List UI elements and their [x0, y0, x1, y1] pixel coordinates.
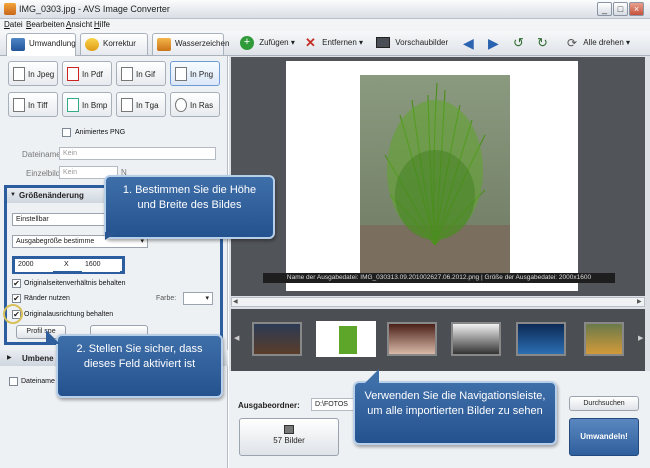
thumbnail[interactable]	[516, 322, 566, 356]
scroll-left-icon[interactable]: ◀	[233, 298, 238, 305]
previews-button[interactable]: Vorschaubilder	[376, 33, 448, 53]
maximize-button[interactable]: □	[613, 2, 628, 16]
format-ras-button[interactable]: In Ras	[170, 92, 220, 117]
tga-file-icon	[121, 98, 133, 112]
scroll-right-icon[interactable]: ▶	[637, 298, 642, 305]
watermark-icon	[157, 38, 171, 51]
jpeg-file-icon	[13, 67, 25, 81]
single-image-label: Einzelbild:	[26, 169, 63, 178]
bmp-file-icon	[67, 98, 79, 112]
filename-field[interactable]: Kein	[59, 147, 216, 160]
add-icon: +	[240, 35, 254, 50]
keep-orientation-label: Originalausrichtung behalten	[24, 311, 114, 318]
borders-label: Ränder nutzen	[24, 295, 70, 302]
forward-arrow-icon[interactable]: ▶	[488, 33, 499, 53]
callout-tail	[46, 330, 60, 344]
menu-edit[interactable]: Bearbeiten	[26, 19, 65, 31]
rotate-all-icon: ⟳	[567, 36, 578, 50]
callout-dimensions: 1. Bestimmen Sie die Höhe und Breite des…	[104, 175, 275, 239]
horizontal-scrollbar[interactable]	[231, 297, 645, 307]
format-tga-button[interactable]: In Tga	[116, 92, 166, 117]
remove-button[interactable]: ✕ Entfernen ▾	[305, 33, 363, 53]
format-pdf-button[interactable]: In Pdf	[62, 61, 112, 86]
tab-correction[interactable]: Korrektur	[80, 33, 148, 55]
pdf-file-icon	[67, 67, 79, 81]
thumbnail[interactable]	[387, 322, 437, 356]
filename-checkbox[interactable]	[9, 377, 18, 386]
tab-watermark[interactable]: Wasserzeichen	[152, 33, 229, 55]
png-file-icon	[175, 67, 187, 81]
callout-checkbox: 2. Stellen Sie sicher, dass dieses Feld …	[56, 334, 223, 398]
strip-left-icon[interactable]: ◀	[234, 334, 239, 342]
expand-arrow-icon: ▶	[7, 355, 12, 361]
filename-option-label: Dateiname	[21, 378, 55, 385]
keep-ratio-checkbox[interactable]: ✔	[12, 279, 21, 288]
format-jpeg-button[interactable]: In Jpeg	[8, 61, 58, 86]
thumbnail[interactable]	[584, 322, 624, 356]
highlight-circle	[3, 304, 23, 324]
callout-tail	[365, 369, 379, 383]
height-input[interactable]: 1600	[82, 259, 120, 272]
output-folder-label: Ausgabeordner:	[238, 401, 300, 410]
times-label: X	[64, 261, 69, 268]
width-input[interactable]: 2000	[15, 259, 53, 272]
ras-file-icon	[175, 98, 187, 112]
preview-caption: Name der Ausgabedatei: IMG_030313.09.201…	[263, 273, 615, 283]
minimize-button[interactable]: _	[597, 2, 612, 16]
tiff-file-icon	[13, 98, 25, 112]
gif-file-icon	[121, 67, 133, 81]
thumbnail[interactable]	[252, 322, 302, 356]
collapse-arrow-icon: ▼	[10, 192, 16, 198]
add-button[interactable]: + Zufügen ▾	[240, 33, 295, 53]
thumbnail[interactable]	[451, 322, 501, 356]
color-picker[interactable]: ▾	[183, 292, 213, 305]
menu-help[interactable]: Hilfe	[94, 19, 110, 31]
animated-png-label: Animiertes PNG	[75, 129, 126, 136]
convert-button[interactable]: Umwandeln!	[569, 418, 639, 456]
menu-file[interactable]: Datei	[4, 19, 23, 31]
conversion-icon	[11, 38, 25, 51]
rotate-right-icon[interactable]: ↻	[537, 33, 548, 53]
rotate-all-button[interactable]: ⟳ Alle drehen ▾	[567, 33, 630, 53]
format-bmp-button[interactable]: In Bmp	[62, 92, 112, 117]
window-title: IMG_0303.jpg - AVS Image Converter	[19, 4, 170, 14]
filename-label: Dateiname:	[22, 150, 63, 159]
format-gif-button[interactable]: In Gif	[116, 61, 166, 86]
resize-preset-select[interactable]: Einstellbar	[12, 213, 116, 226]
rotate-left-icon[interactable]: ↺	[513, 33, 524, 53]
color-label: Farbe:	[156, 295, 177, 302]
app-icon	[4, 3, 16, 15]
browse-button[interactable]: Durchsuchen	[569, 396, 639, 411]
star-icon	[85, 38, 99, 51]
callout-navigation: Verwenden Sie die Navigationsleiste, um …	[353, 381, 557, 445]
format-png-button[interactable]: In Png	[170, 61, 220, 86]
preview-image	[360, 75, 510, 273]
borders-checkbox[interactable]: ✔	[12, 294, 21, 303]
keep-ratio-label: Originalseitenverhältnis behalten	[24, 280, 126, 287]
image-count-button[interactable]: 57 Bilder	[239, 418, 339, 456]
images-icon	[284, 425, 294, 434]
remove-icon: ✕	[305, 35, 316, 50]
strip-right-icon[interactable]: ▶	[638, 334, 643, 342]
format-tiff-button[interactable]: In Tiff	[8, 92, 58, 117]
thumbnail-selected[interactable]	[316, 321, 376, 357]
callout-tail	[105, 232, 117, 240]
animated-png-checkbox[interactable]	[62, 128, 71, 137]
close-button[interactable]: ×	[629, 2, 644, 16]
back-arrow-icon[interactable]: ◀	[463, 33, 474, 53]
previews-icon	[376, 37, 390, 49]
menu-view[interactable]: Ansicht	[66, 19, 92, 31]
chevron-down-icon: ▾	[205, 295, 209, 302]
tab-conversion[interactable]: Umwandlung	[6, 33, 76, 57]
